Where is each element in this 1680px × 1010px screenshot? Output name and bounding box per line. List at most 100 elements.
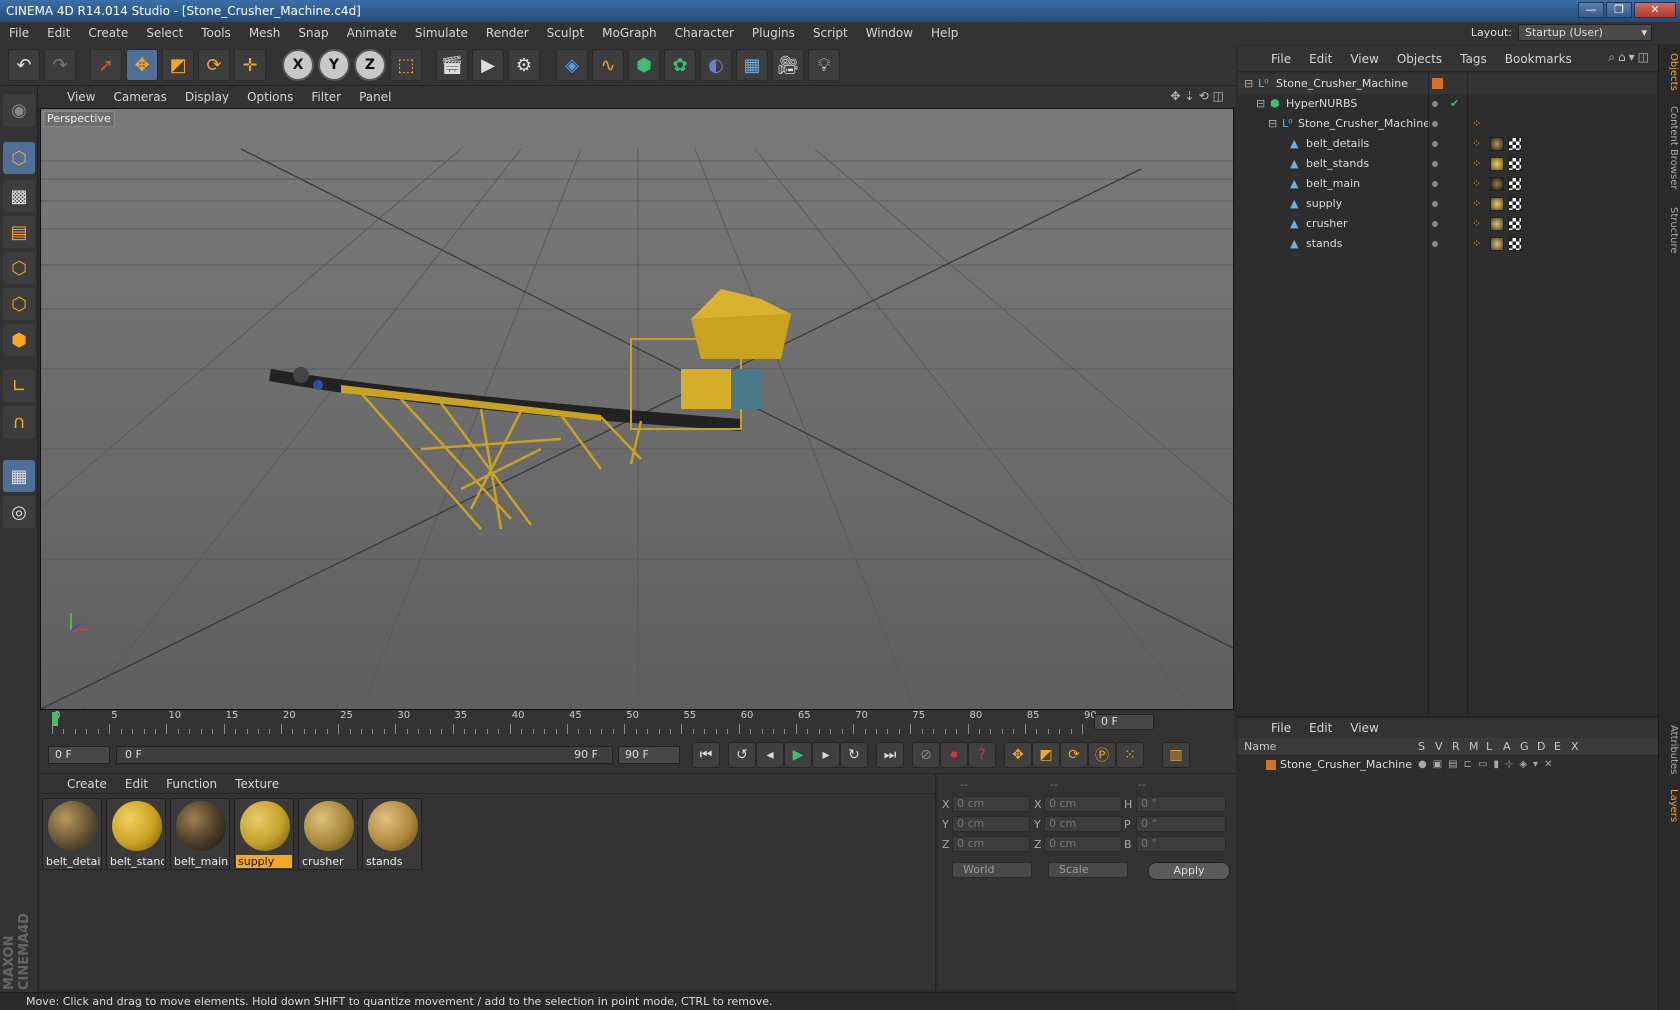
- objects-menu-tags[interactable]: Tags: [1451, 48, 1496, 70]
- previous-key-button[interactable]: ↺: [728, 742, 756, 768]
- uvw-tag-icon[interactable]: [1508, 157, 1522, 171]
- material-tag-icon[interactable]: [1490, 157, 1504, 171]
- size-mode-dropdown[interactable]: Scale: [1048, 862, 1128, 878]
- current-frame-field[interactable]: 0 F: [1094, 714, 1154, 730]
- add-mograph-button[interactable]: ✿: [664, 49, 696, 81]
- x-axis-button[interactable]: X: [282, 49, 314, 81]
- material-swatch[interactable]: supply: [234, 798, 294, 870]
- objects-menu-bookmarks[interactable]: Bookmarks: [1496, 48, 1581, 70]
- material-tag-icon[interactable]: [1490, 177, 1504, 191]
- object-manager-tool-icons[interactable]: ⌕⌂▾◫: [1608, 50, 1652, 65]
- object-row[interactable]: ▲ belt_main ⁘: [1238, 174, 1656, 194]
- layer-tag-icon[interactable]: ⁘: [1472, 234, 1481, 254]
- coordinate-space-dropdown[interactable]: World: [952, 862, 1032, 878]
- pos-y-field[interactable]: 0 cm: [952, 816, 1030, 832]
- undo-button[interactable]: ↶: [8, 49, 40, 81]
- next-frame-button[interactable]: ▸: [812, 742, 840, 768]
- layer-tag-icon[interactable]: ⁘: [1472, 114, 1481, 134]
- timeline-ruler[interactable]: 051015202530354045505560657075808590 0 F: [40, 710, 1234, 738]
- layer-col-g[interactable]: G: [1520, 738, 1529, 756]
- layer-tag-icon[interactable]: ⁘: [1472, 134, 1481, 154]
- pos-z-field[interactable]: 0 cm: [952, 836, 1030, 852]
- layer-color-swatch[interactable]: [1432, 78, 1443, 89]
- viewport-menu-cameras[interactable]: Cameras: [104, 86, 175, 108]
- menu-file[interactable]: File: [0, 22, 38, 44]
- perspective-viewport[interactable]: Perspective: [40, 108, 1234, 710]
- render-settings-button[interactable]: ⚙: [508, 49, 540, 81]
- visibility-dot[interactable]: [1432, 101, 1438, 107]
- object-row[interactable]: ▲ supply ⁘: [1238, 194, 1656, 214]
- autokey-button[interactable]: ⏺: [940, 742, 968, 768]
- tab-content-browser[interactable]: Content Browser: [1661, 100, 1679, 196]
- material-menu-texture[interactable]: Texture: [226, 773, 288, 795]
- workplane-lock-button[interactable]: ▦: [3, 460, 35, 492]
- add-light-button[interactable]: 💡︎: [808, 49, 840, 81]
- rot-b-field[interactable]: 0 °: [1136, 836, 1226, 852]
- uvw-tag-icon[interactable]: [1508, 177, 1522, 191]
- menu-script[interactable]: Script: [804, 22, 857, 44]
- layer-tag-icon[interactable]: ⁘: [1472, 174, 1481, 194]
- material-menu-create[interactable]: Create: [58, 773, 116, 795]
- enabled-check-icon[interactable]: ✔: [1450, 94, 1459, 114]
- objects-menu-objects[interactable]: Objects: [1388, 48, 1451, 70]
- layer-tag-icon[interactable]: ⁘: [1472, 214, 1481, 234]
- menu-plugins[interactable]: Plugins: [743, 22, 804, 44]
- menu-character[interactable]: Character: [666, 22, 743, 44]
- menu-animate[interactable]: Animate: [338, 22, 406, 44]
- tab-attributes[interactable]: Attributes: [1661, 720, 1679, 780]
- points-mode-button[interactable]: ⬡: [3, 252, 35, 284]
- record-rotation-button[interactable]: ⟳: [1060, 742, 1088, 768]
- visibility-dot[interactable]: [1432, 221, 1438, 227]
- object-row[interactable]: ⊟ ⬢ HyperNURBS ✔: [1238, 94, 1656, 114]
- material-swatch[interactable]: crusher: [298, 798, 358, 870]
- viewport-menu-filter[interactable]: Filter: [302, 86, 350, 108]
- texture-mode-button[interactable]: ▩: [3, 180, 35, 212]
- keyframe-selection-button[interactable]: ?: [968, 742, 996, 768]
- object-row[interactable]: ▲ crusher ⁘: [1238, 214, 1656, 234]
- previous-frame-button[interactable]: ◂: [756, 742, 784, 768]
- tab-objects[interactable]: Objects: [1661, 50, 1679, 94]
- timeline-button[interactable]: ▥: [1162, 742, 1190, 768]
- object-row[interactable]: ▲ stands ⁘: [1238, 234, 1656, 254]
- record-position-button[interactable]: ✥: [1004, 742, 1032, 768]
- size-x-field[interactable]: 0 cm: [1044, 796, 1122, 812]
- collapse-icon[interactable]: ⊟: [1256, 94, 1265, 114]
- uvw-tag-icon[interactable]: [1508, 137, 1522, 151]
- record-active-objects-button[interactable]: ⊘: [912, 742, 940, 768]
- layer-col-s[interactable]: S: [1418, 738, 1425, 756]
- visibility-dot[interactable]: [1432, 201, 1438, 207]
- add-deformer-button[interactable]: ◐: [700, 49, 732, 81]
- object-row[interactable]: ▲ belt_details ⁘: [1238, 134, 1656, 154]
- menu-snap[interactable]: Snap: [289, 22, 337, 44]
- layer-toggle-icons[interactable]: ●▣▤⊏▭▮⊹◈▾✕: [1418, 756, 1558, 774]
- polygons-mode-button[interactable]: ⬢: [3, 324, 35, 356]
- material-tag-icon[interactable]: [1490, 137, 1504, 151]
- layer-tag-icon[interactable]: ⁘: [1472, 154, 1481, 174]
- pos-x-field[interactable]: 0 cm: [952, 796, 1030, 812]
- menu-simulate[interactable]: Simulate: [406, 22, 477, 44]
- snap-button[interactable]: ∩: [3, 406, 35, 438]
- menu-edit[interactable]: Edit: [38, 22, 79, 44]
- end-frame-field[interactable]: 90 F: [618, 746, 680, 764]
- layout-dropdown[interactable]: Startup (User) ▾: [1518, 24, 1652, 41]
- y-axis-button[interactable]: Y: [318, 49, 350, 81]
- transform-tool-button[interactable]: ✛: [234, 49, 266, 81]
- viewport-nav-icons[interactable]: ✥⇣⟲◫: [1170, 89, 1228, 103]
- visibility-dot[interactable]: [1432, 181, 1438, 187]
- viewport-menu-view[interactable]: View: [58, 86, 104, 108]
- layer-col-d[interactable]: D: [1537, 738, 1545, 756]
- layer-col-a[interactable]: A: [1503, 738, 1511, 756]
- collapse-icon[interactable]: ⊟: [1244, 74, 1253, 94]
- objects-menu-file[interactable]: File: [1262, 48, 1300, 70]
- visibility-dot[interactable]: [1432, 241, 1438, 247]
- layer-row[interactable]: Stone_Crusher_Machine ●▣▤⊏▭▮⊹◈▾✕: [1238, 756, 1656, 774]
- uvw-tag-icon[interactable]: [1508, 197, 1522, 211]
- axis-mode-button[interactable]: ∟: [3, 370, 35, 402]
- menu-render[interactable]: Render: [477, 22, 538, 44]
- layer-color-swatch[interactable]: [1266, 760, 1276, 770]
- render-view-button[interactable]: 🎬︎: [436, 49, 468, 81]
- add-environment-button[interactable]: ▦: [736, 49, 768, 81]
- viewport-menu-panel[interactable]: Panel: [350, 86, 400, 108]
- material-tag-icon[interactable]: [1490, 237, 1504, 251]
- record-scale-button[interactable]: ◩: [1032, 742, 1060, 768]
